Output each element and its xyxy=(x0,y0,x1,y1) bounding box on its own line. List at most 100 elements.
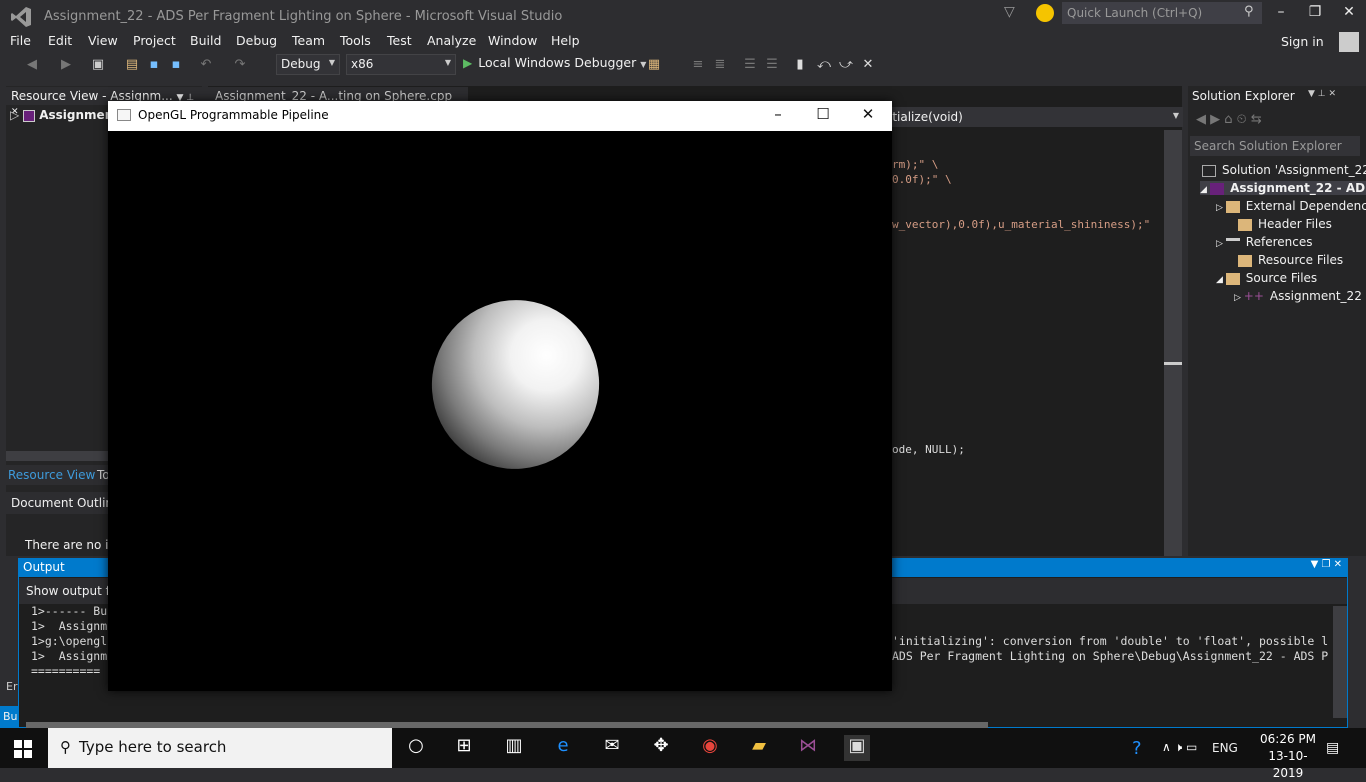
outdent-icon[interactable]: ☰ xyxy=(764,57,780,73)
input-language[interactable]: ENG xyxy=(1212,741,1238,755)
indent-icon[interactable]: ☰ xyxy=(742,57,758,73)
uncomment-icon[interactable]: ≣ xyxy=(712,57,728,73)
output-vertical-scrollbar[interactable] xyxy=(1333,606,1347,718)
editor-vertical-scrollbar[interactable] xyxy=(1164,130,1182,556)
bookmark-icon[interactable]: ▮ xyxy=(792,57,808,73)
menu-test[interactable]: Test xyxy=(387,33,412,48)
empty-outline-message: There are no ite xyxy=(25,538,121,552)
menu-build[interactable]: Build xyxy=(190,33,221,48)
panel-options-icon[interactable]: ▼ ⊥ ✕ xyxy=(1308,89,1336,99)
resource-tree-item[interactable]: ▷ Assignment xyxy=(10,108,119,122)
solution-explorer-toolbar[interactable]: ◀ ▶ ⌂ ⏲ ⇆ xyxy=(1196,112,1262,127)
clock[interactable]: 06:26 PM 13-10-2019 xyxy=(1258,731,1318,782)
file-explorer-icon[interactable]: ▰ xyxy=(746,735,772,761)
output-line: ADS Per Fragment Lighting on Sphere\Debu… xyxy=(892,649,1329,663)
windows-start-icon[interactable] xyxy=(12,738,34,760)
scrollbar-position-marker xyxy=(1164,362,1182,365)
edge-icon[interactable]: e xyxy=(550,735,576,761)
folder-item[interactable]: ◢ Source Files xyxy=(1216,271,1317,285)
open-file-icon[interactable]: ▤ xyxy=(124,57,140,73)
opengl-app-icon[interactable]: ▣ xyxy=(844,735,870,761)
search-icon[interactable]: ⚲ xyxy=(1244,4,1254,19)
gl-minimize-button[interactable]: – xyxy=(763,105,793,125)
task-view-icon[interactable]: ⊞ xyxy=(451,735,477,761)
save-all-icon[interactable]: ▪ xyxy=(168,57,184,73)
play-icon: ▶ xyxy=(463,56,473,70)
folder-item[interactable]: Resource Files xyxy=(1238,253,1343,267)
redo-icon[interactable]: ↷ xyxy=(232,57,248,73)
store-icon[interactable]: ▥ xyxy=(501,735,527,761)
function-navigation-select[interactable]: itialize(void) ▼ xyxy=(885,107,1183,127)
folder-item[interactable]: ▷ References xyxy=(1216,235,1312,250)
window-title: Assignment_22 - ADS Per Fragment Lightin… xyxy=(44,9,563,24)
save-icon[interactable]: ▪ xyxy=(146,57,162,73)
clear-bookmarks-icon[interactable]: ✕ xyxy=(860,57,876,73)
menu-project[interactable]: Project xyxy=(133,33,176,48)
output-line: 'initializing': conversion from 'double'… xyxy=(892,634,1329,648)
expand-icon: ▷ xyxy=(10,108,24,122)
cortana-icon[interactable]: ○ xyxy=(403,735,429,761)
gl-close-button[interactable]: ✕ xyxy=(853,105,883,125)
comment-icon[interactable]: ≡ xyxy=(690,57,706,73)
menu-debug[interactable]: Debug xyxy=(236,33,277,48)
app-window-icon xyxy=(117,109,131,121)
minimize-button[interactable]: – xyxy=(1268,4,1294,24)
tab-resource-view[interactable]: Resource View xyxy=(8,468,95,482)
previous-bookmark-icon[interactable]: ⤺ xyxy=(816,57,832,73)
solution-item[interactable]: Solution 'Assignment_22 - xyxy=(1202,163,1366,177)
folder-item[interactable]: Header Files xyxy=(1238,217,1332,231)
menu-help[interactable]: Help xyxy=(551,33,580,48)
solution-search-input[interactable]: Search Solution Explorer xyxy=(1190,136,1360,156)
code-line: ode, NULL); xyxy=(892,443,965,456)
start-debugging-button[interactable]: ▶ Local Windows Debugger ▼ xyxy=(463,55,646,75)
folder-open-icon xyxy=(1225,272,1240,285)
close-button[interactable]: ✕ xyxy=(1336,4,1362,24)
code-line: w_vector),0.0f),u_material_shininess);" xyxy=(892,218,1151,231)
quick-launch-input[interactable]: Quick Launch (Ctrl+Q) xyxy=(1062,2,1262,24)
sign-in-link[interactable]: Sign in xyxy=(1281,34,1324,49)
file-item[interactable]: ▷ ++ Assignment_22 xyxy=(1234,289,1362,303)
dropbox-icon[interactable]: ✥ xyxy=(648,735,674,761)
folder-icon xyxy=(1238,218,1252,231)
visual-studio-icon[interactable]: ⋈ xyxy=(795,735,821,761)
account-icon[interactable] xyxy=(1339,32,1359,52)
notification-filter-icon[interactable]: ▽ xyxy=(1004,4,1020,20)
solution-platform-select[interactable]: x86 ▼ xyxy=(346,54,456,75)
solution-explorer-panel xyxy=(1188,86,1366,556)
status-bar-build: Bu xyxy=(0,706,20,728)
menu-view[interactable]: View xyxy=(88,33,118,48)
visual-studio-logo-icon xyxy=(11,7,31,27)
output-line: ========== xyxy=(31,664,101,678)
menu-file[interactable]: File xyxy=(10,33,31,48)
mail-icon[interactable]: ✉ xyxy=(599,735,625,761)
solution-configuration-select[interactable]: Debug ▼ xyxy=(276,54,340,75)
feedback-smiley-icon[interactable] xyxy=(1036,4,1054,22)
output-panel-controls[interactable]: ▼ ❐ ✕ xyxy=(1311,559,1342,570)
gl-maximize-button[interactable]: ☐ xyxy=(808,105,838,125)
menu-analyze[interactable]: Analyze xyxy=(427,33,476,48)
menu-window[interactable]: Window xyxy=(488,33,537,48)
output-line: 1> Assignm xyxy=(31,649,108,663)
restore-button[interactable]: ❐ xyxy=(1302,4,1328,24)
undo-icon[interactable]: ↶ xyxy=(198,57,214,73)
next-bookmark-icon[interactable]: ⤻ xyxy=(838,57,854,73)
cpp-file-icon: ++ xyxy=(1243,289,1264,303)
folder-item[interactable]: ▷ External Dependenc xyxy=(1216,199,1366,213)
menu-edit[interactable]: Edit xyxy=(48,33,72,48)
find-in-files-icon[interactable]: ▦ xyxy=(646,57,662,73)
help-icon[interactable]: ? xyxy=(1132,738,1142,759)
references-icon xyxy=(1225,237,1240,250)
menu-tools[interactable]: Tools xyxy=(340,33,371,48)
search-icon: ⚲ xyxy=(60,738,71,756)
output-line: 1>------ Bu xyxy=(31,604,108,618)
notifications-icon[interactable]: ▤ xyxy=(1326,740,1339,756)
project-item[interactable]: ◢ Assignment_22 - ADS xyxy=(1200,181,1366,195)
taskbar-search-input[interactable]: ⚲ Type here to search xyxy=(48,728,392,768)
tray-icons[interactable]: ∧ 🕨 ▭ xyxy=(1162,740,1197,755)
chrome-icon[interactable]: ◉ xyxy=(697,735,723,761)
folder-icon xyxy=(1238,254,1252,267)
menu-team[interactable]: Team xyxy=(292,33,325,48)
navigate-forward-icon[interactable]: ▶ xyxy=(58,57,74,73)
navigate-back-icon[interactable]: ◀ xyxy=(24,57,40,73)
new-project-icon[interactable]: ▣ xyxy=(90,57,106,73)
